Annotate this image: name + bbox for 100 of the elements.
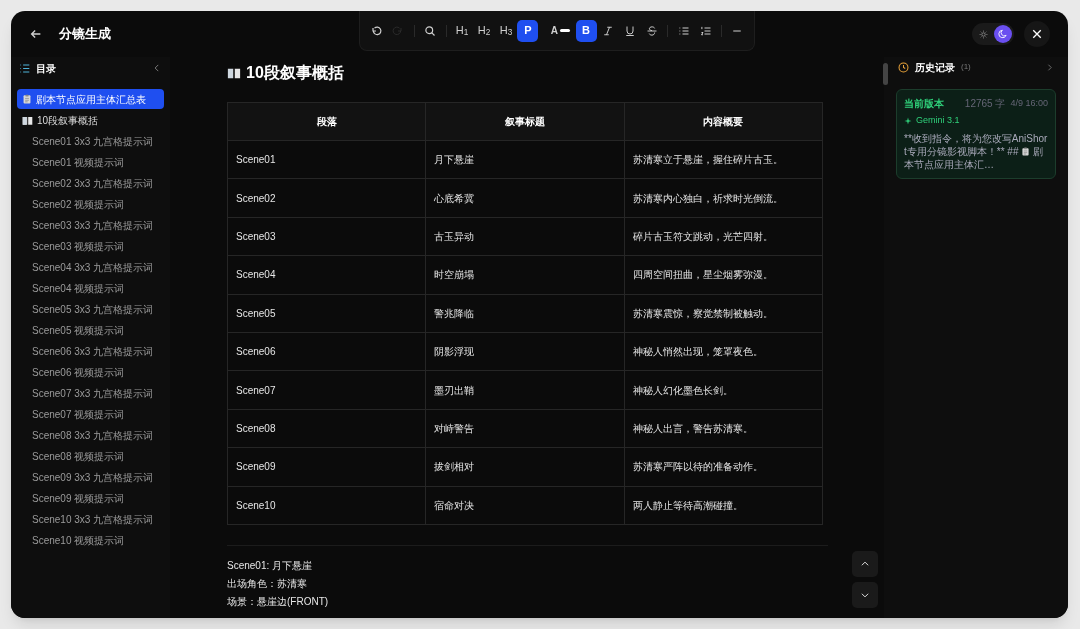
table-cell: 拔剑相对 [425, 447, 625, 486]
table-cell: 四周空间扭曲，星尘烟雾弥漫。 [624, 255, 823, 295]
table-cell: 宿命对决 [425, 486, 625, 525]
column-header: 内容概要 [624, 102, 823, 141]
sidebar-title: 目录 [36, 61, 56, 76]
version-time: 4/9 16:00 [1010, 96, 1048, 110]
table-cell: Scene01 [227, 140, 426, 179]
heading-format-button[interactable]: H$_{3}$ [495, 19, 517, 42]
numbered-list-icon [699, 24, 712, 37]
toc-item[interactable]: Scene09 视频提示词 [17, 488, 164, 509]
redo-icon [392, 24, 405, 37]
char-count: 12765 字 [964, 97, 1006, 111]
toc-item[interactable]: Scene05 视频提示词 [17, 320, 164, 341]
chevron-up-icon [860, 559, 870, 569]
table-cell: 苏清寒严阵以待的准备动作。 [624, 447, 823, 486]
chevron-right-icon [1045, 62, 1054, 72]
sparkle-icon [904, 116, 912, 125]
expand-button[interactable] [1045, 62, 1054, 72]
heading-format-button[interactable]: H$_{1}$ [451, 19, 473, 42]
column-header: 段落 [227, 102, 426, 141]
dark-mode-button[interactable] [994, 25, 1012, 43]
toc-item[interactable]: Scene03 视频提示词 [17, 236, 164, 257]
table-cell: 墨刃出鞘 [425, 370, 625, 410]
table-cell: Scene08 [227, 409, 426, 448]
moon-icon [998, 29, 1008, 39]
heading-format-button[interactable]: P [517, 19, 539, 42]
table-cell: 神秘人出言，警告苏清寒。 [624, 409, 823, 448]
sun-icon [978, 29, 988, 39]
toc-item[interactable]: Scene06 视频提示词 [17, 362, 164, 383]
toc-item[interactable]: Scene07 视频提示词 [17, 404, 164, 425]
book-icon [227, 66, 241, 80]
toc-item[interactable]: Scene01 视频提示词 [17, 152, 164, 173]
table-cell: 心底希冀 [425, 178, 625, 218]
toc-item[interactable]: Scene06 3x3 九宫格提示词 [17, 341, 164, 362]
clipboard-icon [22, 94, 32, 104]
toc-item[interactable]: Scene09 3x3 九宫格提示词 [17, 467, 164, 488]
table-cell: 警兆降临 [425, 294, 625, 333]
table-cell: Scene06 [227, 332, 426, 371]
history-title: 历史记录 [915, 60, 955, 75]
collapse-button[interactable] [152, 63, 162, 73]
table-cell: 阴影浮现 [425, 332, 625, 371]
table-cell: 对峙警告 [425, 409, 625, 448]
version-card[interactable]: 当前版本 12765 字 4/9 16:00 Gemini 3.1 **收到指令，将为您改写AniShort专用分镜影视脚本！** ## 剧本节点应用主体汇… [896, 89, 1056, 179]
toc-item[interactable]: Scene08 3x3 九宫格提示词 [17, 425, 164, 446]
clock-icon [898, 61, 909, 73]
table-cell: 神秘人幻化墨色长剑。 [624, 370, 823, 410]
document-heading: 10段叙事概括 [246, 63, 344, 83]
toc-item[interactable]: 剧本节点应用主体汇总表 [17, 89, 164, 109]
table-cell: Scene03 [227, 217, 426, 256]
table-cell: 神秘人悄然出现，笼罩夜色。 [624, 332, 823, 371]
clipboard-icon [1021, 146, 1031, 156]
bold-button[interactable]: B [575, 19, 597, 42]
table-cell: Scene02 [227, 178, 426, 218]
back-arrow-icon [29, 27, 43, 41]
model-name: Gemini 3.1 [916, 114, 960, 127]
table-cell: Scene04 [227, 255, 426, 295]
toc-item[interactable]: Scene07 3x3 九宫格提示词 [17, 383, 164, 404]
version-label: 当前版本 [904, 97, 944, 111]
toc-item[interactable]: Scene04 视频提示词 [17, 278, 164, 299]
toc-item[interactable]: Scene04 3x3 九宫格提示词 [17, 257, 164, 278]
scrollbar-thumb[interactable] [883, 63, 888, 85]
table-cell: Scene09 [227, 447, 426, 486]
strikethrough-icon [645, 24, 658, 37]
paragraph-text: 出场角色：苏清寒 [227, 576, 308, 591]
table-cell: Scene05 [227, 294, 426, 333]
table-cell: Scene10 [227, 486, 426, 525]
paragraph-text: Scene01: 月下悬崖 [227, 558, 314, 573]
table-cell: 碎片古玉符文跳动，光芒四射。 [624, 217, 823, 256]
toc-item[interactable]: 10段叙事概括 [17, 110, 164, 130]
book-icon [22, 114, 33, 126]
chevron-down-icon [860, 590, 870, 600]
list-icon [19, 62, 30, 74]
table-cell: 古玉异动 [425, 217, 625, 256]
search-icon [424, 24, 437, 37]
underline-icon [623, 24, 636, 37]
toc-item[interactable]: Scene03 3x3 九宫格提示词 [17, 215, 164, 236]
toc-item[interactable]: Scene10 视频提示词 [17, 530, 164, 551]
toc-item[interactable]: Scene02 3x3 九宫格提示词 [17, 173, 164, 194]
close-button[interactable] [1024, 21, 1050, 47]
toc-item[interactable]: Scene05 3x3 九宫格提示词 [17, 299, 164, 320]
italic-icon [601, 24, 614, 37]
undo-icon [370, 24, 383, 37]
back-button[interactable] [29, 27, 43, 41]
version-preview: **收到指令，将为您改写AniShort专用分镜影视脚本！** ## 剧本节点应用主体汇… [904, 131, 1048, 171]
table-cell: 苏清寒立于悬崖，握住碎片古玉。 [624, 140, 823, 179]
toc-item[interactable]: Scene02 视频提示词 [17, 194, 164, 215]
toc-item[interactable]: Scene10 3x3 九宫格提示词 [17, 509, 164, 530]
history-count: (1) [961, 61, 971, 73]
table-cell: 苏清寒震惊，察觉禁制被触动。 [624, 294, 823, 333]
toc-item[interactable]: Scene01 3x3 九宫格提示词 [17, 131, 164, 152]
table-cell: 两人静止等待高潮碰撞。 [624, 486, 823, 525]
table-cell: 月下悬崖 [425, 140, 625, 179]
table-cell: 时空崩塌 [425, 255, 625, 295]
chevron-left-icon [152, 63, 162, 73]
table-cell: Scene07 [227, 370, 426, 410]
toc-item[interactable]: Scene08 视频提示词 [17, 446, 164, 467]
text-color-button[interactable]: A [546, 19, 575, 42]
paragraph-text: 场景：悬崖边(FRONT) [227, 594, 330, 609]
table-cell: 苏清寒内心独白，祈求时光倒流。 [624, 178, 823, 218]
heading-format-button[interactable]: H$_{2}$ [473, 19, 495, 42]
